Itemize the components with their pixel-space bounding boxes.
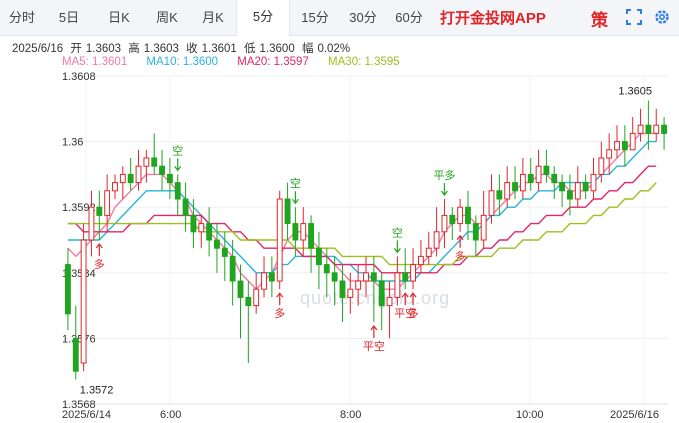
candle-body <box>323 264 330 274</box>
candle-body <box>472 223 479 241</box>
candle-body <box>339 280 346 298</box>
candle-body <box>645 124 652 134</box>
candle-body <box>606 149 613 159</box>
candle-body <box>182 198 189 216</box>
candle-body <box>441 214 448 233</box>
x-tick-label: 2025/6/16 <box>610 409 659 421</box>
candle-body <box>543 165 550 175</box>
sell-signal-label: 平多 <box>433 168 455 182</box>
candle-body <box>363 272 369 282</box>
candle-body <box>229 255 236 282</box>
candle-body <box>127 173 134 184</box>
candle-body <box>496 190 503 200</box>
candle-body <box>151 157 158 167</box>
candle-body <box>519 173 526 192</box>
candle-body <box>637 124 644 134</box>
candle-body <box>355 280 362 290</box>
candle-body <box>88 206 95 241</box>
candle-body <box>378 280 385 307</box>
candle-body <box>135 165 142 184</box>
candle-body <box>551 173 558 184</box>
sell-signal-label: 空 <box>172 143 183 157</box>
candle-body <box>143 157 150 167</box>
candle-body <box>214 239 220 249</box>
candle-body <box>433 231 440 249</box>
candle-body <box>253 288 260 307</box>
candle-body <box>119 173 126 184</box>
candle-body <box>370 272 377 282</box>
candle-body <box>425 247 432 257</box>
candle-body <box>159 165 165 175</box>
candle-body <box>316 247 322 266</box>
candle-body <box>410 264 416 282</box>
candle-body <box>174 182 181 200</box>
x-tick-label: 8:00 <box>340 409 361 421</box>
candle-body <box>394 272 401 298</box>
buy-signal-label: 多 <box>274 306 285 320</box>
candle-body <box>480 214 487 241</box>
candle-body <box>268 272 275 282</box>
candle-body <box>276 198 283 282</box>
y-tick-label: 1.3576 <box>62 333 96 345</box>
candle-body <box>653 124 660 134</box>
x-tick-label: 10:00 <box>516 409 544 421</box>
buy-signal-label: 多 <box>408 306 419 320</box>
y-tick-label: 1.3608 <box>62 71 96 83</box>
buy-signal-label: 多 <box>455 249 466 263</box>
candle-body <box>465 206 471 225</box>
candle-body <box>386 296 393 307</box>
candle-body <box>621 141 628 151</box>
candle-body <box>72 337 79 372</box>
candle-body <box>64 264 71 315</box>
candle-body <box>629 132 636 151</box>
candlestick-chart[interactable]: 1.36081.361.35921.35841.35761.35682025/6… <box>0 0 679 423</box>
y-tick-label: 1.36 <box>62 137 83 149</box>
candle-body <box>261 272 267 290</box>
candle-body <box>292 223 299 241</box>
candle-body <box>449 214 456 225</box>
max-price-label: 1.3605 <box>618 86 652 98</box>
candle-body <box>308 223 315 249</box>
candle-body <box>559 182 566 192</box>
ma5-line <box>67 132 657 291</box>
candle-body <box>457 206 464 225</box>
candle-body <box>198 223 205 233</box>
candle-body <box>574 182 581 200</box>
candle-body <box>527 173 534 184</box>
candle-body <box>567 190 573 200</box>
candle-body <box>347 288 354 298</box>
candle-body <box>598 157 605 175</box>
candle-body <box>166 173 173 184</box>
x-tick-label: 2025/6/14 <box>62 409 111 421</box>
candle-body <box>402 272 409 282</box>
candle-body <box>590 173 597 192</box>
candle-body <box>96 206 103 216</box>
candle-body <box>190 214 197 233</box>
candle-body <box>661 124 668 134</box>
x-tick-label: 6:00 <box>160 409 181 421</box>
candle-body <box>331 272 338 282</box>
sell-signal-label: 空 <box>290 176 301 190</box>
buy-signal-label: 平空 <box>363 339 385 353</box>
candle-body <box>614 141 620 151</box>
min-price-label: 1.3572 <box>80 384 114 396</box>
candle-body <box>582 182 589 192</box>
candle-body <box>80 239 87 364</box>
candle-body <box>512 182 518 192</box>
candle-body <box>221 247 228 257</box>
candle-body <box>504 182 511 200</box>
candle-body <box>417 255 424 266</box>
buy-signal-label: 多 <box>94 257 105 271</box>
sell-signal-label: 空 <box>392 225 403 239</box>
candle-body <box>245 296 252 307</box>
candle-body <box>488 190 495 216</box>
candle-body <box>284 198 291 225</box>
candle-body <box>237 280 244 298</box>
candle-body <box>300 223 307 241</box>
candle-body <box>206 223 213 241</box>
candle-body <box>535 165 542 184</box>
candle-body <box>112 182 118 192</box>
candle-body <box>104 190 111 216</box>
